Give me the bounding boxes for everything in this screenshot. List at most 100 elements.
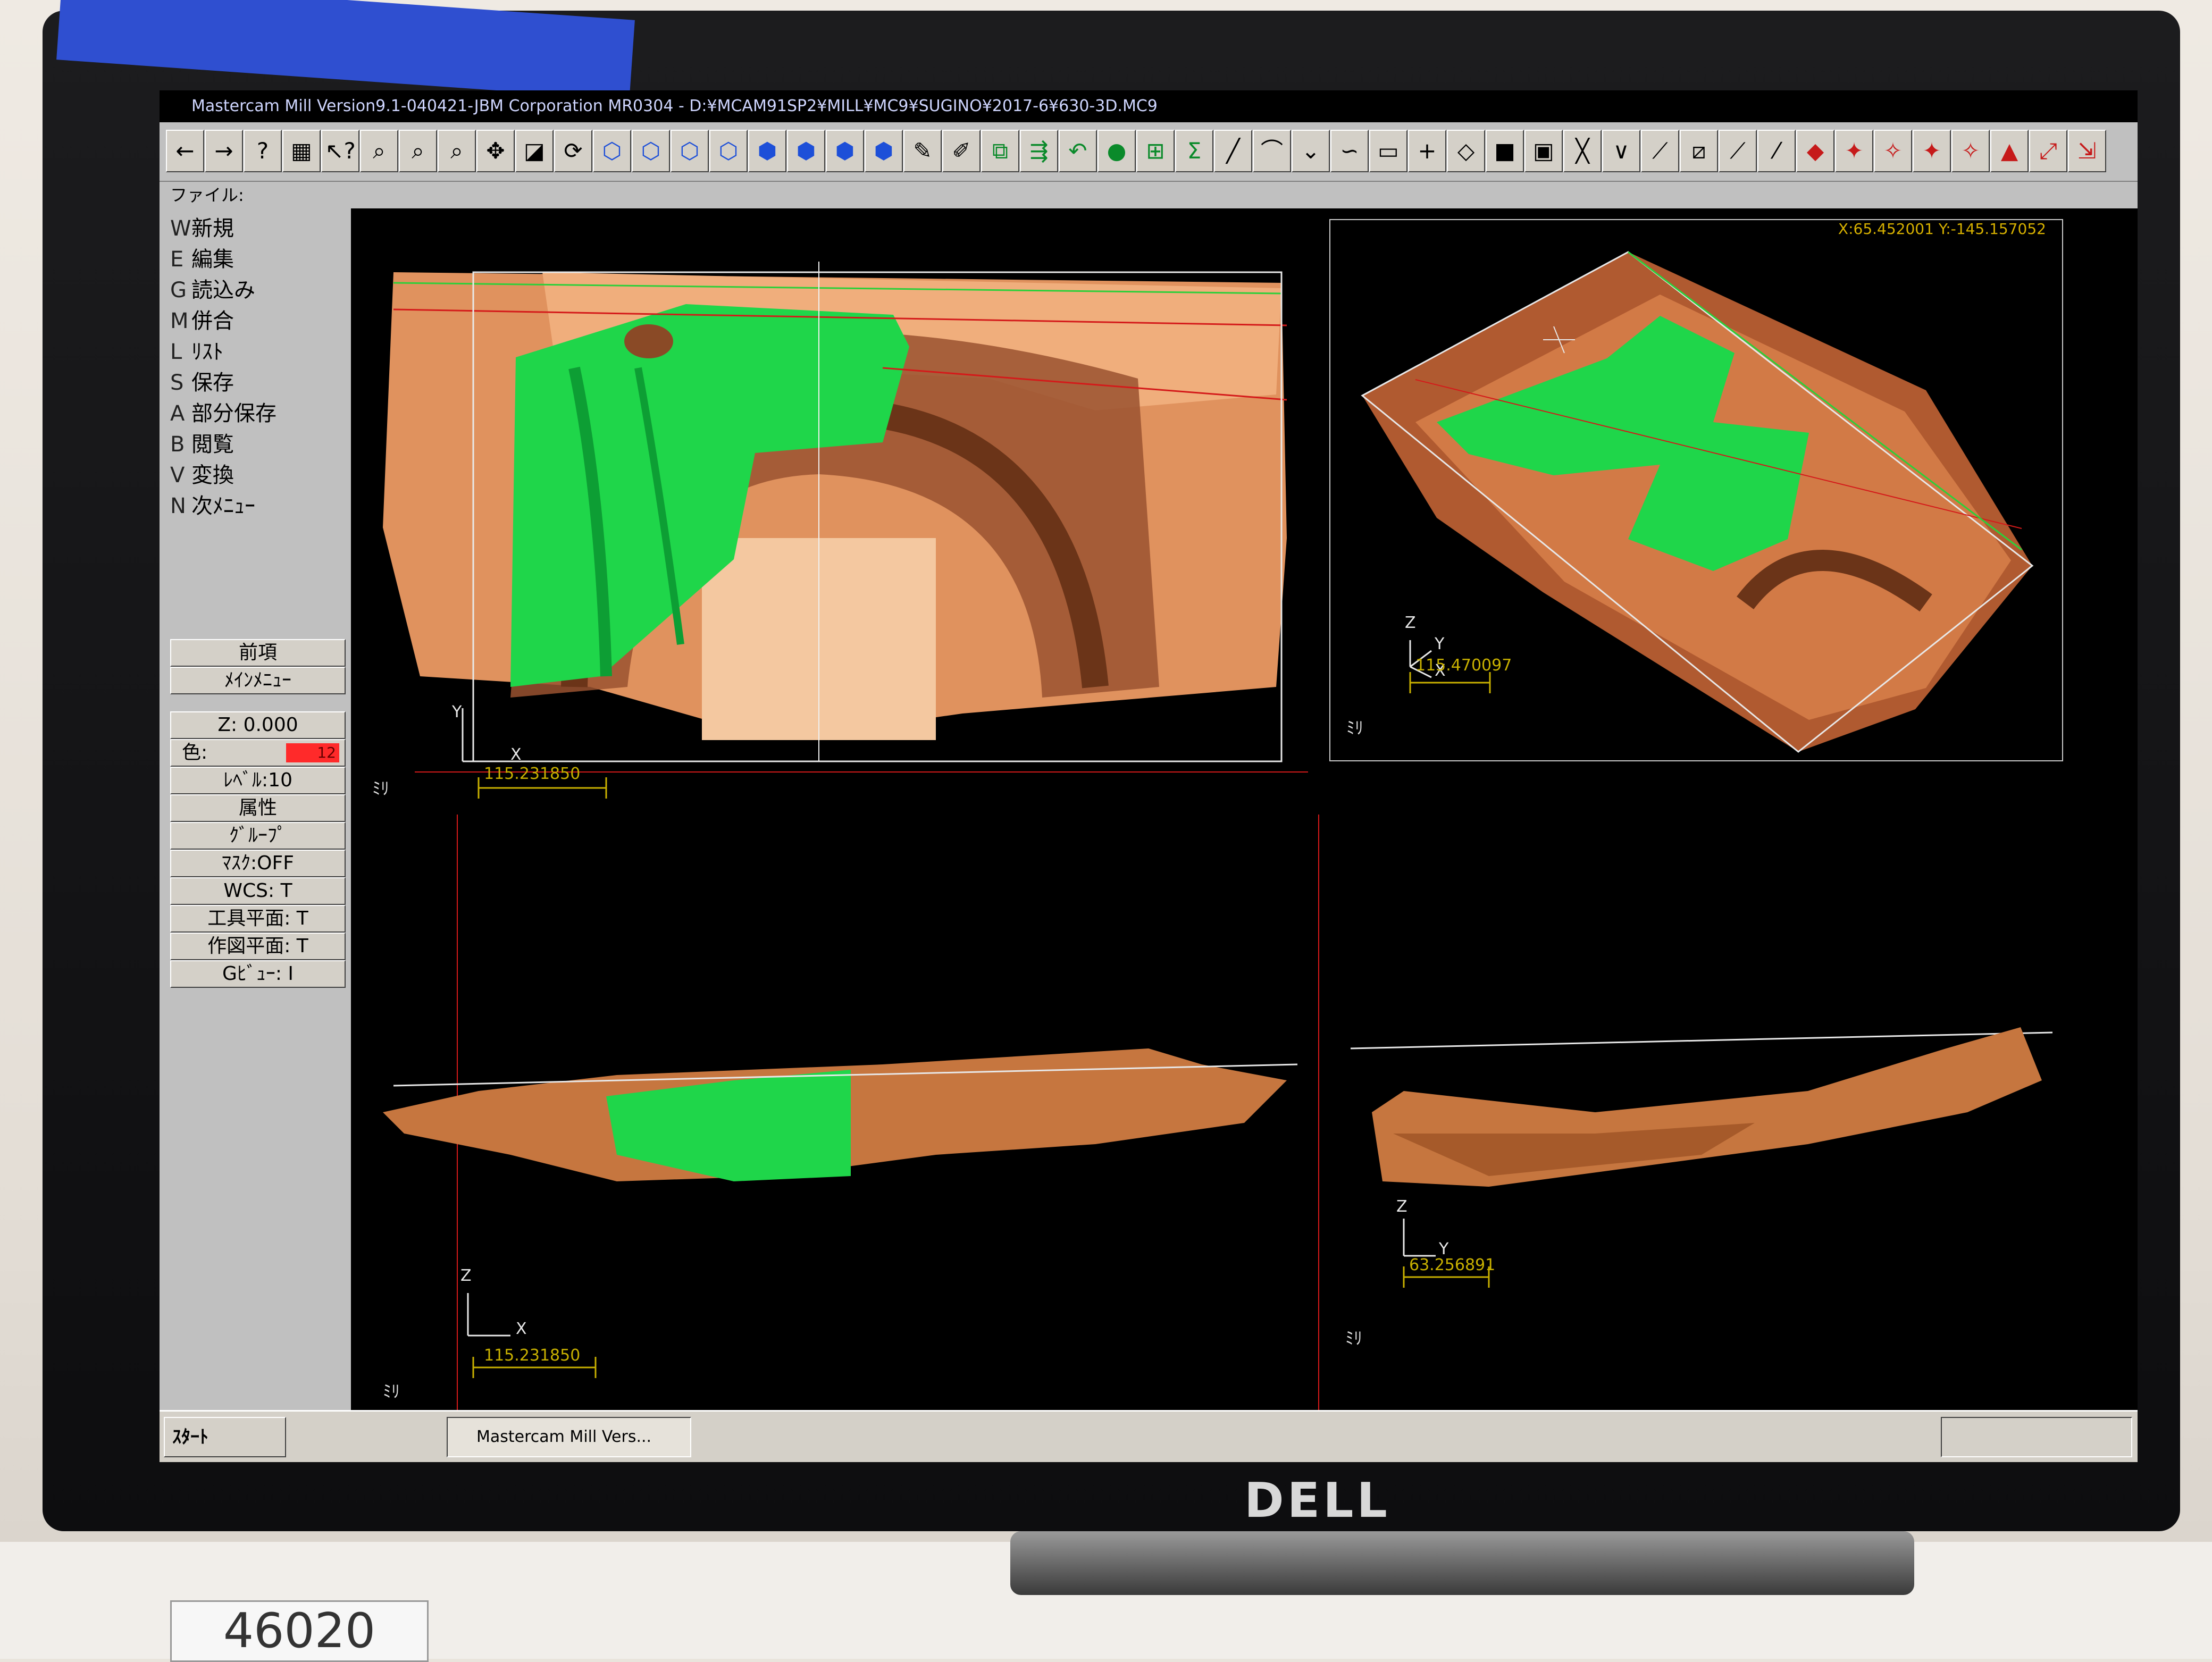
arc-icon[interactable]: ⌒ bbox=[1253, 130, 1291, 172]
zoom-window-icon[interactable]: ⌕ bbox=[360, 130, 398, 172]
view-top-icon[interactable]: ⬡ bbox=[593, 130, 631, 172]
side-menu-item[interactable]: W新規 bbox=[170, 214, 346, 244]
top-scale-label: 115.231850 bbox=[484, 765, 581, 783]
trim-2-icon[interactable]: ∨ bbox=[1602, 130, 1640, 172]
attributes-button[interactable]: 属性 bbox=[170, 794, 346, 822]
side-menu-item[interactable]: L ﾘｽﾄ bbox=[170, 337, 346, 367]
eraser-icon[interactable]: ✐ bbox=[942, 130, 981, 172]
group-button[interactable]: ｸﾞﾙｰﾌﾟ bbox=[170, 822, 346, 850]
trim-1-icon[interactable]: ╳ bbox=[1563, 130, 1602, 172]
side-menu-item[interactable]: G 読込み bbox=[170, 275, 346, 305]
box-icon[interactable]: ▣ bbox=[1524, 130, 1563, 172]
graphics-area[interactable]: Y X 115.231850 ﾐﾘ X:65.452001 Y:-145.157… bbox=[351, 208, 2138, 1410]
spline-icon[interactable]: ∽ bbox=[1330, 130, 1369, 172]
menu-item-label: 読込み bbox=[191, 278, 255, 303]
forward-arrow-icon[interactable]: → bbox=[205, 130, 243, 172]
side-menu-item[interactable]: M 併合 bbox=[170, 306, 346, 336]
toolpath-icon[interactable]: ⇶ bbox=[1020, 130, 1058, 172]
menu-item-label: 編集 bbox=[191, 247, 234, 272]
side-menu-item[interactable]: N 次ﾒﾆｭｰ bbox=[170, 491, 346, 521]
chevron-icon[interactable]: ⌄ bbox=[1292, 130, 1330, 172]
calculator-icon[interactable]: ▦ bbox=[282, 130, 321, 172]
side-menu-item[interactable]: S 保存 bbox=[170, 368, 346, 398]
iso-unit-label: ﾐﾘ bbox=[1346, 718, 1364, 738]
sphere-icon[interactable]: ● bbox=[1097, 130, 1136, 172]
side-menu: W新規 E 編集 G 読込み M 併合 L ﾘｽﾄ S 保存 A 部分保存 B 閲覧 V 変換 N 次ﾒﾆｭｰ 前項… bbox=[160, 208, 351, 1410]
select-icon[interactable]: ◪ bbox=[515, 130, 554, 172]
op-3-icon[interactable]: ✧ bbox=[1874, 130, 1912, 172]
top-view-model bbox=[383, 262, 1308, 799]
side-menu-item[interactable]: B 閲覧 bbox=[170, 430, 346, 459]
solid-icon[interactable]: ■ bbox=[1486, 130, 1524, 172]
side-view-model bbox=[1350, 1027, 2053, 1288]
viewport-iso[interactable]: X:65.452001 Y:-145.157052 Z Y X 115.4700… bbox=[1329, 219, 2063, 761]
viewport-top[interactable]: Y X 115.231850 ﾐﾘ bbox=[351, 208, 1329, 804]
trim-4-icon[interactable]: ⧄ bbox=[1680, 130, 1718, 172]
op-4-icon[interactable]: ✦ bbox=[1913, 130, 1951, 172]
context-help-icon[interactable]: ↖? bbox=[321, 130, 359, 172]
screen-icon[interactable]: ⧉ bbox=[981, 130, 1019, 172]
color-label: 色: bbox=[182, 742, 208, 763]
trim-5-icon[interactable]: ⟋ bbox=[1719, 130, 1757, 172]
offset-icon[interactable]: ⁄ bbox=[1757, 130, 1796, 172]
back-arrow-icon[interactable]: ← bbox=[166, 130, 204, 172]
construction-plane-button[interactable]: 作図平面: T bbox=[170, 933, 346, 960]
zoom-out-icon[interactable]: ⌕ bbox=[399, 130, 437, 172]
menu-item-label: 次ﾒﾆｭｰ bbox=[191, 494, 255, 518]
trim-3-icon[interactable]: ⟋ bbox=[1641, 130, 1679, 172]
cube-3-icon[interactable]: ⬢ bbox=[826, 130, 864, 172]
color-button[interactable]: 色: 12 bbox=[170, 739, 346, 767]
viewport-front[interactable]: Z X 115.231850 ﾐﾘ bbox=[351, 815, 1329, 1410]
view-iso-icon[interactable]: ⬡ bbox=[709, 130, 748, 172]
iso-axis-z: Z bbox=[1405, 614, 1416, 632]
side-axis-z: Z bbox=[1396, 1197, 1407, 1216]
sigma-icon[interactable]: Σ bbox=[1175, 130, 1213, 172]
top-axis-x: X bbox=[510, 745, 522, 764]
start-button[interactable]: ｽﾀｰﾄ bbox=[164, 1417, 286, 1457]
side-menu-item[interactable]: A 部分保存 bbox=[170, 399, 346, 429]
side-menu-item[interactable]: V 変換 bbox=[170, 460, 346, 490]
op-8-icon[interactable]: ⇲ bbox=[2068, 130, 2106, 172]
zoom-in-icon[interactable]: ⌕ bbox=[438, 130, 476, 172]
layers-icon[interactable]: ⊞ bbox=[1136, 130, 1175, 172]
cube-4-icon[interactable]: ⬢ bbox=[865, 130, 903, 172]
front-scale-label: 115.231850 bbox=[484, 1346, 581, 1365]
cursor-coordinates: X:65.452001 Y:-145.157052 bbox=[1838, 220, 2046, 238]
op-5-icon[interactable]: ✧ bbox=[1951, 130, 1990, 172]
menubar-file-label[interactable]: ファイル: bbox=[170, 185, 244, 205]
surface-icon[interactable]: ◇ bbox=[1447, 130, 1485, 172]
help-icon[interactable]: ? bbox=[244, 130, 282, 172]
iso-scale-label: 115.470097 bbox=[1415, 656, 1512, 675]
op-7-icon[interactable]: ⤢ bbox=[2029, 130, 2067, 172]
menu-item-label: 新規 bbox=[191, 216, 234, 241]
plus-icon[interactable]: + bbox=[1408, 130, 1446, 172]
z-depth-button[interactable]: Z: 0.000 bbox=[170, 711, 346, 739]
graphics-view-button[interactable]: Gﾋﾞｭｰ: I bbox=[170, 960, 346, 988]
rectangle-icon[interactable]: ▭ bbox=[1369, 130, 1407, 172]
level-button[interactable]: ﾚﾍﾞﾙ:10 bbox=[170, 767, 346, 794]
side-menu-item[interactable]: E 編集 bbox=[170, 245, 346, 274]
taskbar-mastercam-button[interactable]: Mastercam Mill Vers... bbox=[447, 1417, 691, 1457]
tool-plane-button[interactable]: 工具平面: T bbox=[170, 905, 346, 933]
rotate-icon[interactable]: ⟳ bbox=[554, 130, 592, 172]
cube-1-icon[interactable]: ⬢ bbox=[748, 130, 786, 172]
view-front-icon[interactable]: ⬡ bbox=[632, 130, 670, 172]
menu-item-label: 変換 bbox=[191, 463, 234, 488]
op-6-icon[interactable]: ▲ bbox=[1990, 130, 2029, 172]
pencil-icon[interactable]: ✎ bbox=[903, 130, 942, 172]
main-menu-button[interactable]: ﾒｲﾝﾒﾆｭｰ bbox=[170, 667, 346, 694]
cube-2-icon[interactable]: ⬢ bbox=[787, 130, 825, 172]
view-side-icon[interactable]: ⬡ bbox=[671, 130, 709, 172]
op-1-icon[interactable]: ◆ bbox=[1796, 130, 1834, 172]
prev-button[interactable]: 前項 bbox=[170, 639, 346, 667]
pan-icon[interactable]: ✥ bbox=[476, 130, 515, 172]
menu-item-key: A bbox=[170, 401, 185, 426]
line-icon[interactable]: ╱ bbox=[1214, 130, 1252, 172]
wcs-button[interactable]: WCS: T bbox=[170, 877, 346, 905]
mask-button[interactable]: ﾏｽｸ:OFF bbox=[170, 850, 346, 877]
undo-icon[interactable]: ↶ bbox=[1059, 130, 1097, 172]
dell-logo: DELL bbox=[1244, 1473, 1390, 1529]
op-2-icon[interactable]: ✦ bbox=[1835, 130, 1873, 172]
viewport-side[interactable]: Z Y 63.256891 ﾐﾘ bbox=[1329, 815, 2063, 1367]
menu-item-label: 保存 bbox=[191, 371, 234, 395]
